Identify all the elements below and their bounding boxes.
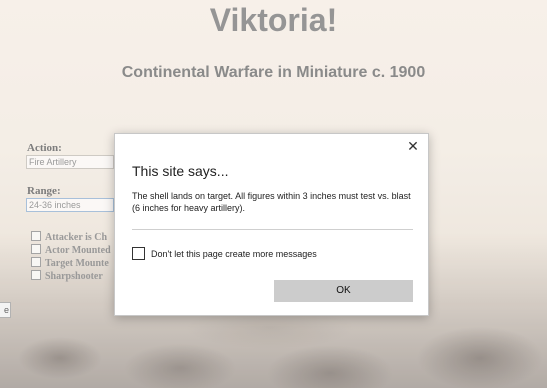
close-icon[interactable]: ✕	[406, 139, 420, 153]
ok-button[interactable]: OK	[274, 280, 413, 302]
suppress-messages-checkbox[interactable]: Don't let this page create more messages	[132, 247, 317, 260]
checkbox-label: Don't let this page create more messages	[151, 249, 317, 259]
alert-dialog: ✕ This site says... The shell lands on t…	[114, 133, 429, 316]
divider	[132, 229, 413, 230]
checkbox-box[interactable]	[132, 247, 145, 260]
dialog-message: The shell lands on target. All figures w…	[132, 191, 411, 213]
dialog-title: This site says...	[132, 163, 229, 179]
